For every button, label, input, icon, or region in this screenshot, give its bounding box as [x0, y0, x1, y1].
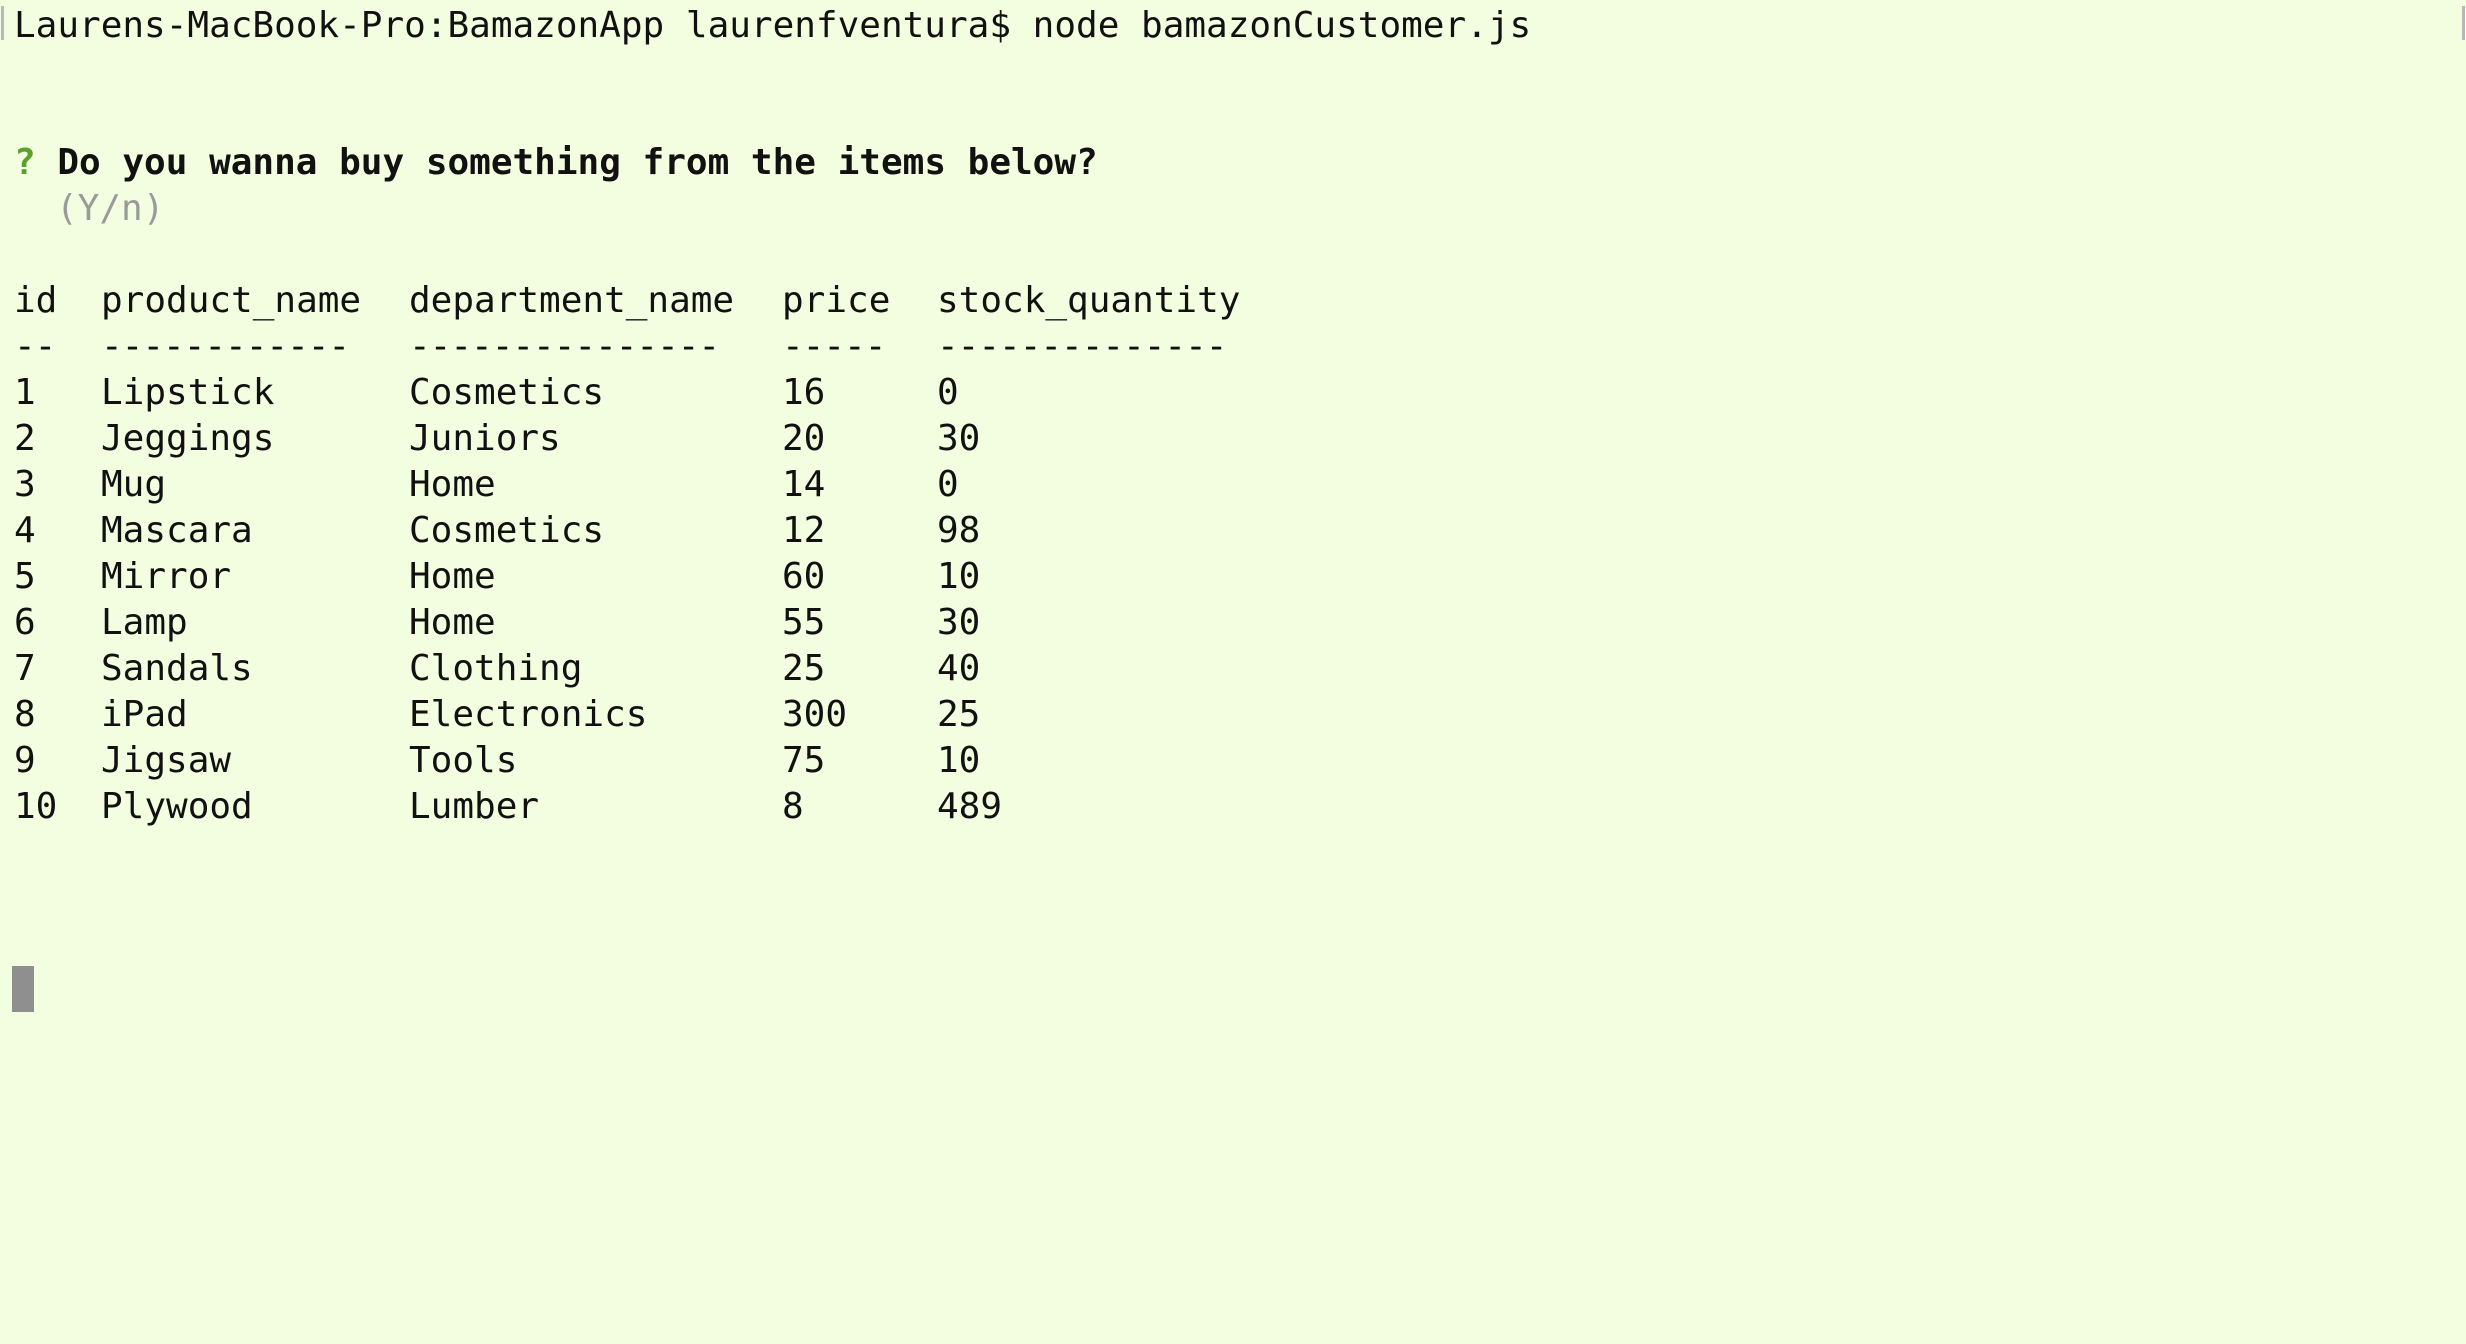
header-department-name: department_name — [409, 280, 735, 321]
header-product-name: product_name — [101, 280, 362, 321]
separator-stock-quantity: -------------- — [937, 326, 1227, 367]
cell-product-name: Jigsaw — [101, 740, 232, 781]
cell-price: 25 — [782, 648, 826, 689]
cell-stock-quantity: 30 — [937, 418, 981, 459]
table-row: 4 Mascara Cosmetics 12 98 — [14, 508, 980, 554]
cell-stock-quantity: 0 — [937, 464, 959, 505]
cell-stock-quantity: 30 — [937, 602, 981, 643]
cell-product-name: Lipstick — [101, 372, 275, 413]
cell-department-name: Tools — [409, 740, 518, 781]
cell-id: 10 — [14, 786, 58, 827]
cell-stock-quantity: 25 — [937, 694, 981, 735]
cell-product-name: Plywood — [101, 786, 253, 827]
cell-product-name: Sandals — [101, 648, 253, 689]
cell-price: 20 — [782, 418, 826, 459]
cell-price: 75 — [782, 740, 826, 781]
cell-department-name: Lumber — [409, 786, 540, 827]
cell-price: 300 — [782, 694, 848, 735]
separator-price: ----- — [782, 326, 886, 367]
right-margin-marker — [2462, 6, 2465, 40]
cell-stock-quantity: 10 — [937, 556, 981, 597]
cell-department-name: Cosmetics — [409, 510, 605, 551]
cell-product-name: Jeggings — [101, 418, 275, 459]
cell-department-name: Home — [409, 556, 496, 597]
cell-id: 5 — [14, 556, 36, 597]
cell-stock-quantity: 0 — [937, 372, 959, 413]
table-header-row: id product_name department_name price st… — [14, 278, 1240, 324]
table-row: 10 Plywood Lumber 8 489 — [14, 784, 1002, 830]
cell-id: 4 — [14, 510, 36, 551]
cell-price: 55 — [782, 602, 826, 643]
question-mark-icon: ? — [14, 142, 36, 183]
table-row: 6 Lamp Home 55 30 — [14, 600, 980, 646]
cell-id: 2 — [14, 418, 36, 459]
question-text: Do you wanna buy something from the item… — [35, 142, 1098, 183]
cell-department-name: Home — [409, 464, 496, 505]
cell-department-name: Clothing — [409, 648, 583, 689]
yes-no-hint: (Y/n) — [56, 188, 165, 229]
cell-department-name: Electronics — [409, 694, 648, 735]
left-margin-marker — [1, 6, 4, 40]
cell-product-name: Mug — [101, 464, 167, 505]
products-table: id product_name department_name price st… — [14, 278, 1240, 830]
text-cursor[interactable] — [12, 966, 34, 1012]
table-row: 8 iPad Electronics 300 25 — [14, 692, 980, 738]
cell-price: 14 — [782, 464, 826, 505]
table-separator-row: -- ------------ --------------- ----- --… — [14, 324, 1227, 370]
cell-id: 3 — [14, 464, 36, 505]
cell-department-name: Juniors — [409, 418, 561, 459]
table-row: 3 Mug Home 14 0 — [14, 462, 959, 508]
cell-price: 8 — [782, 786, 804, 827]
header-price: price — [782, 280, 891, 321]
table-row: 2 Jeggings Juniors 20 30 — [14, 416, 980, 462]
table-row: 1 Lipstick Cosmetics 16 0 — [14, 370, 959, 416]
cell-id: 1 — [14, 372, 36, 413]
cell-product-name: Lamp — [101, 602, 188, 643]
cell-id: 7 — [14, 648, 36, 689]
cell-product-name: Mascara — [101, 510, 253, 551]
cell-department-name: Home — [409, 602, 496, 643]
shell-command-line: Laurens-MacBook-Pro:BamazonApp laurenfve… — [14, 5, 1532, 46]
cell-price: 16 — [782, 372, 826, 413]
table-row: 5 Mirror Home 60 10 — [14, 554, 980, 600]
table-row: 7 Sandals Clothing 25 40 — [14, 646, 980, 692]
cell-department-name: Cosmetics — [409, 372, 605, 413]
separator-id: -- — [14, 326, 56, 367]
cell-stock-quantity: 40 — [937, 648, 981, 689]
separator-department-name: --------------- — [409, 326, 720, 367]
cell-product-name: iPad — [101, 694, 188, 735]
cell-price: 12 — [782, 510, 826, 551]
header-stock-quantity: stock_quantity — [937, 280, 1241, 321]
cell-stock-quantity: 98 — [937, 510, 981, 551]
cell-price: 60 — [782, 556, 826, 597]
cell-stock-quantity: 489 — [937, 786, 1003, 827]
table-row: 9 Jigsaw Tools 75 10 — [14, 738, 980, 784]
confirm-question: ? Do you wanna buy something from the it… — [14, 140, 1098, 186]
cell-id: 6 — [14, 602, 36, 643]
cell-stock-quantity: 10 — [937, 740, 981, 781]
cell-product-name: Mirror — [101, 556, 232, 597]
header-id: id — [14, 280, 58, 321]
cell-id: 8 — [14, 694, 36, 735]
cell-id: 9 — [14, 740, 36, 781]
separator-product-name: ------------ — [101, 326, 350, 367]
terminal-window[interactable]: Laurens-MacBook-Pro:BamazonApp laurenfve… — [0, 0, 2466, 1344]
